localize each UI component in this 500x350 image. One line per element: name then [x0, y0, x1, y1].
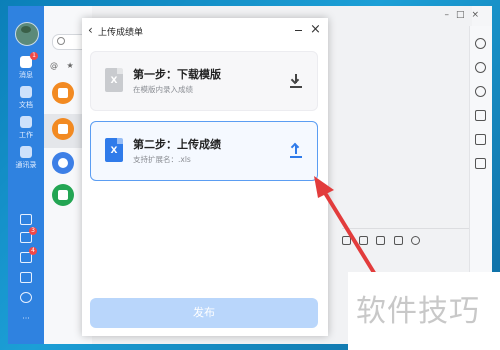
annotation-arrow-head [314, 176, 334, 198]
watermark-text: 软件技巧 [356, 294, 480, 329]
annotation-arrow-shaft [320, 186, 378, 278]
watermark: 软件技巧 [348, 272, 500, 350]
